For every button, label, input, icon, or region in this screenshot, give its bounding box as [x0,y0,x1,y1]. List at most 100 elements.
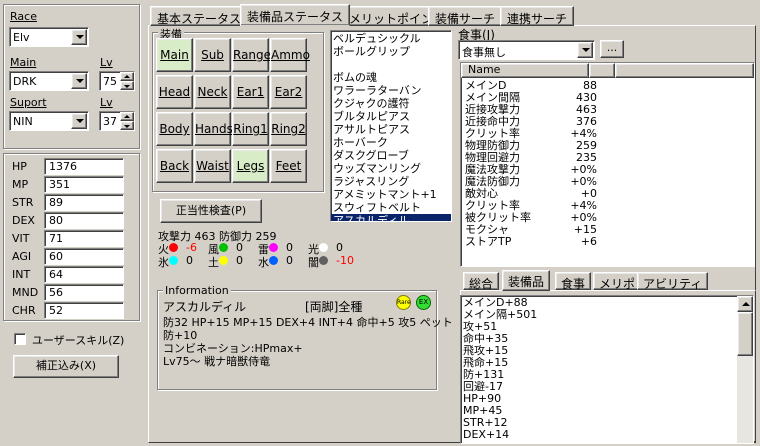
main-job-select[interactable]: DRK [9,71,89,91]
correction-button-label: 補正込み(X) [35,359,97,372]
item-list-row[interactable]: ダスクグローブ [331,149,451,162]
tab-ability[interactable]: アビリティ [637,272,709,291]
tab-food[interactable]: 食事 [555,272,592,291]
tab-equipment[interactable]: 装備品 [502,270,551,291]
spin-up-icon[interactable] [120,72,134,81]
item-list-row[interactable] [331,58,451,71]
equip-slot-main[interactable]: Main [156,38,193,72]
tab-basic-status[interactable]: 基本ステータス [150,6,249,26]
chevron-down-icon[interactable] [71,113,87,129]
item-list-row[interactable]: クジャクの護符 [331,97,451,110]
chevron-down-icon[interactable] [71,73,87,89]
item-list-row[interactable]: アサルトピアス [331,123,451,136]
correction-button[interactable]: 補正込み(X) [13,355,119,378]
equip-slot-ear2[interactable]: Ear2 [270,75,307,109]
tab-equipment-search[interactable]: 装備サーチ [428,6,503,26]
spin-down-icon[interactable] [120,121,134,130]
stat-table-header-col3[interactable] [615,63,754,78]
info-item-name: アスカルディル [163,300,247,314]
equip-slot-ring1[interactable]: Ring1 [232,112,269,146]
equip-slot-sub[interactable]: Sub [194,38,231,72]
stat-table[interactable]: Name メインD 88 メイン間隔 430 近接攻撃力 463 近接命中力 376 クリット率… [460,62,755,267]
bonus-list-row[interactable]: 命中+35 [461,333,753,345]
equip-slot-label: Ring2 [271,122,306,136]
bonus-list-row[interactable]: メイン隔+501 [461,309,753,321]
race-select[interactable]: Elv [9,27,89,47]
equip-slot-legs[interactable]: Legs [232,149,269,183]
element-orb-icon [169,256,178,265]
bonus-list-row[interactable]: 防+131 [461,369,753,381]
bonus-list[interactable]: メインD+88 メイン隔+501 攻+51 命中+35 飛攻+15 飛命+15 防+131 回… [460,295,754,444]
bonus-list-row[interactable]: 飛攻+15 [461,345,753,357]
equip-slot-label: Back [159,159,190,173]
bonus-list-row[interactable]: 回避-17 [461,381,753,393]
element-label: 土 [208,256,219,269]
bonus-list-row[interactable]: 攻+51 [461,321,753,333]
equip-slot-head[interactable]: Head [156,75,193,109]
spin-up-icon[interactable] [120,112,134,121]
validity-check-button[interactable]: 正当性検査(P) [160,199,262,223]
item-list-row[interactable]: ワラーラターバン [331,84,451,97]
bonus-list-row[interactable]: 飛命+15 [461,357,753,369]
equip-slot-waist[interactable]: Waist [194,149,231,183]
support-lv-spinner[interactable]: 37 [99,111,135,131]
item-list-row[interactable]: ホーバーク [331,136,451,149]
equip-slot-range[interactable]: Range [232,38,271,72]
race-value: Elv [13,31,30,44]
main-lv-value: 75 [103,75,117,88]
stat-table-header-col2[interactable] [589,63,615,78]
equip-slot-label: Feet [275,159,302,173]
chevron-down-icon[interactable] [71,29,87,45]
equip-slot-back[interactable]: Back [156,149,193,183]
item-list-row[interactable]: ウッズマンリング [331,162,451,175]
bonus-list-row[interactable]: DEX+14 [461,429,753,441]
food-select[interactable]: 食事無し [458,40,595,60]
tab-equipment-status[interactable]: 装備品ステータス [240,4,351,26]
bonus-list-row[interactable]: STR+12 [461,417,753,429]
spin-down-icon[interactable] [120,81,134,90]
equip-slot-ring2[interactable]: Ring2 [270,112,307,146]
main-lv-spinner[interactable]: 75 [99,71,135,91]
equipment-item-list[interactable]: ベルデュシックル ボールグリップ ボムの魂 ワラーラターバン クジャクの護符 ブルタルピア… [330,30,452,222]
equip-slot-feet[interactable]: Feet [270,149,307,183]
support-job-select[interactable]: NIN [9,111,89,131]
chevron-down-icon[interactable] [577,42,593,58]
stat-table-header[interactable]: Name [461,63,589,78]
equip-slot-ear1[interactable]: Ear1 [232,75,269,109]
user-skill-checkbox[interactable] [14,333,26,345]
element-value: -10 [336,254,354,267]
tab-combo-search[interactable]: 連携サーチ [500,6,575,26]
element-orb-icon [219,243,228,252]
race-label: Race [10,10,37,23]
element-orb-icon [219,256,228,265]
scroll-thumb[interactable] [737,312,753,356]
item-list-row[interactable]: ブルタルピアス [331,110,451,123]
stat-value-dex: 80 [44,212,124,229]
equip-slot-ammo[interactable]: Ammo [270,38,310,72]
support-lv-label: Lv [100,96,113,109]
item-list-row[interactable]: アメミットマント+1 [331,188,451,201]
stat-value-hp: 1376 [44,158,124,175]
food-browse-button[interactable]: ... [600,40,624,58]
equip-slot-hands[interactable]: Hands [194,112,233,146]
tab-merit[interactable]: メリポ [593,272,642,291]
tab-total[interactable]: 総合 [463,272,500,291]
bonus-list-row[interactable]: HP+90 [461,393,753,405]
bonus-list-row[interactable]: メインD+88 [461,297,753,309]
bonus-list-scrollbar[interactable] [737,296,753,443]
stat-label-mnd: MND [12,286,39,299]
item-list-row[interactable]: ベルデュシックル [331,32,451,45]
item-list-row[interactable]: ボムの魂 [331,71,451,84]
equip-slot-label: Body [159,122,190,136]
item-list-row[interactable]: アスカルディル [331,214,451,221]
equip-slot-neck[interactable]: Neck [194,75,231,109]
bonus-list-row[interactable]: MP+45 [461,405,753,417]
item-list-row[interactable]: スウィフトベルト [331,201,451,214]
equip-slot-body[interactable]: Body [156,112,193,146]
item-list-row[interactable]: ボールグリップ [331,45,451,58]
main-lv-label: Lv [100,56,113,69]
scroll-up-icon[interactable] [737,296,753,312]
info-desc-line1: 防32 HP+15 MP+15 DEX+4 INT+4 命中+5 攻5 ペット [163,316,453,329]
element-label: 氷 [158,256,169,269]
item-list-row[interactable]: ラジャスリング [331,175,451,188]
